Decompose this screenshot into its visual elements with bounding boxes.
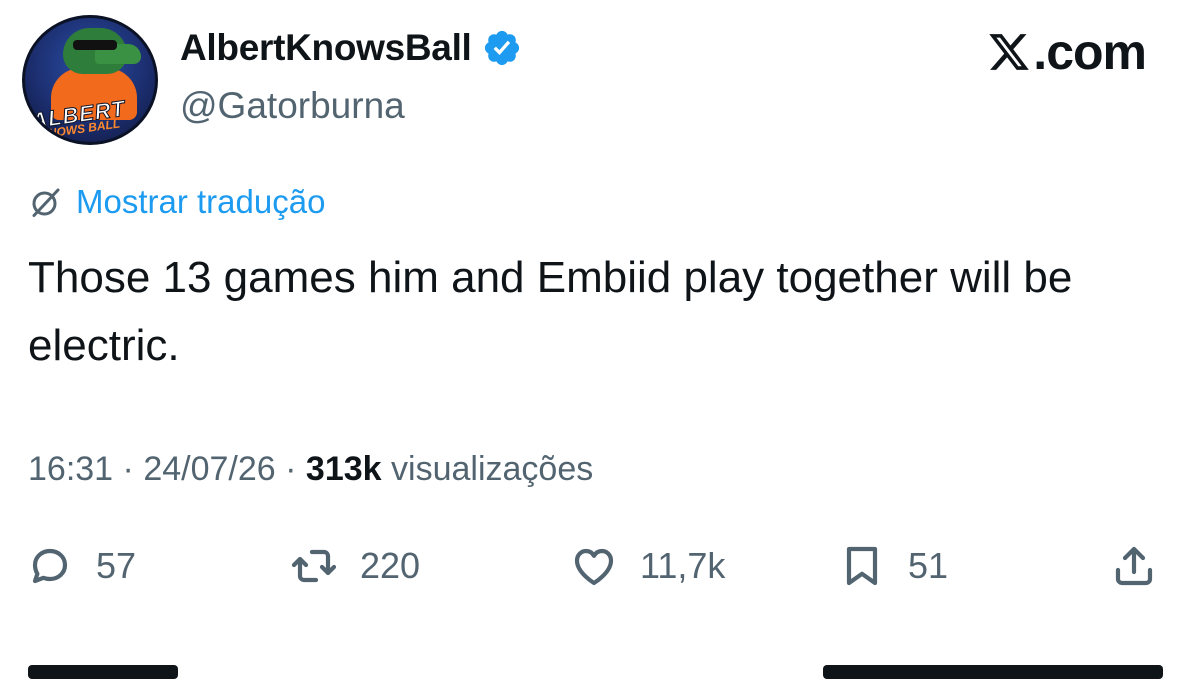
views-label: visualizações	[391, 450, 594, 488]
bookmark-icon	[846, 546, 878, 586]
repost-arrows-icon	[291, 549, 337, 583]
display-name[interactable]: AlbertKnowsBall	[180, 27, 522, 69]
bookmark-count: 51	[908, 545, 949, 586]
reply-count: 57	[96, 545, 137, 586]
bookmark-button[interactable]: 51	[838, 542, 948, 590]
tweet-meta: 16:31 · 24/07/26 · 313k visualizações	[28, 450, 593, 489]
avatar-sunglasses	[73, 40, 117, 50]
x-logo-icon	[989, 34, 1030, 70]
cropped-text-left	[28, 665, 178, 679]
action-bar: 57 220 11,7k 51	[0, 542, 1200, 602]
meta-separator: ·	[285, 450, 297, 488]
verified-badge-icon	[484, 30, 519, 66]
avatar[interactable]: ALBERT KNOWS BALL	[22, 15, 158, 145]
globe-slash-icon	[32, 188, 60, 217]
user-handle[interactable]: @Gatorburna	[180, 85, 405, 127]
heart-icon	[574, 548, 614, 586]
tweet-date[interactable]: 24/07/26	[143, 450, 275, 488]
views-count: 313k	[305, 450, 382, 488]
tweet-text: Those 13 games him and Embiid play toget…	[28, 253, 1073, 370]
speech-bubble-icon	[32, 548, 68, 584]
brand-text: .com	[1033, 24, 1147, 80]
tweet-time[interactable]: 16:31	[28, 450, 113, 488]
like-count: 11,7k	[640, 545, 726, 586]
cropped-text-right	[823, 665, 1163, 679]
brand-watermark: .com	[987, 23, 1147, 81]
display-name-text: AlbertKnowsBall	[180, 27, 472, 68]
translate-link[interactable]: Mostrar tradução	[28, 183, 325, 221]
reply-button[interactable]: 57	[26, 542, 136, 590]
share-button[interactable]	[1110, 542, 1180, 590]
meta-separator: ·	[122, 450, 134, 488]
share-upload-icon	[1115, 546, 1153, 586]
translate-label: Mostrar tradução	[76, 183, 326, 220]
repost-button[interactable]: 220	[290, 542, 420, 590]
cropped-next-row	[28, 661, 1168, 691]
like-button[interactable]: 11,7k	[570, 542, 725, 590]
repost-count: 220	[360, 545, 421, 586]
